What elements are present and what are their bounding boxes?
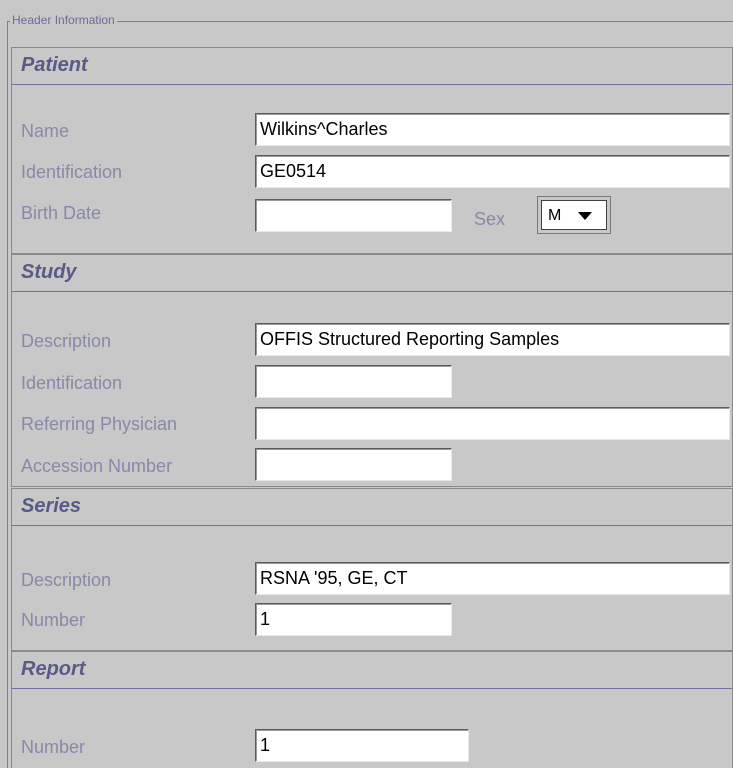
patient-name-label: Name (21, 121, 70, 141)
study-description-field[interactable]: OFFIS Structured Reporting Samples (255, 323, 730, 356)
patient-name-field[interactable]: Wilkins^Charles (255, 113, 730, 146)
birth-date-field[interactable] (255, 199, 452, 232)
study-description-label: Description (21, 331, 112, 351)
patient-id-field[interactable]: GE0514 (255, 155, 730, 188)
report-number-field[interactable]: 1 (255, 729, 469, 762)
sex-dropdown[interactable]: M (537, 196, 611, 234)
series-description-field[interactable]: RSNA '95, GE, CT (255, 562, 730, 595)
patient-section-header: Patient (12, 48, 732, 85)
sex-value: M (548, 207, 562, 224)
group-title: Header Information (10, 12, 117, 28)
study-id-field[interactable] (255, 365, 452, 398)
accession-number-field[interactable] (255, 448, 452, 481)
referring-physician-field[interactable] (255, 407, 730, 440)
chevron-down-icon (578, 212, 592, 220)
study-section: Study Description OFFIS Structured Repor… (11, 254, 733, 487)
series-description-label: Description (21, 570, 112, 590)
accession-number-label: Accession Number (21, 456, 173, 476)
series-section-header: Series (12, 489, 732, 526)
report-title: Report (21, 658, 86, 680)
series-section: Series Description RSNA '95, GE, CT Numb… (11, 488, 733, 651)
report-number-label: Number (21, 737, 86, 757)
birth-date-label: Birth Date (21, 203, 102, 223)
patient-title: Patient (21, 54, 88, 76)
referring-physician-label: Referring Physician (21, 414, 178, 434)
report-section-header: Report (12, 652, 732, 689)
series-number-field[interactable]: 1 (255, 603, 452, 636)
patient-section: Patient Name Wilkins^Charles Identificat… (11, 47, 733, 254)
study-title: Study (21, 261, 77, 283)
study-id-label: Identification (21, 373, 123, 393)
patient-id-label: Identification (21, 162, 123, 182)
series-title: Series (21, 495, 82, 517)
sex-dropdown-box: M (541, 200, 607, 230)
sex-label: Sex (474, 209, 506, 229)
series-number-label: Number (21, 610, 86, 630)
study-section-header: Study (12, 255, 732, 292)
report-section: Report Number 1 (11, 651, 733, 768)
